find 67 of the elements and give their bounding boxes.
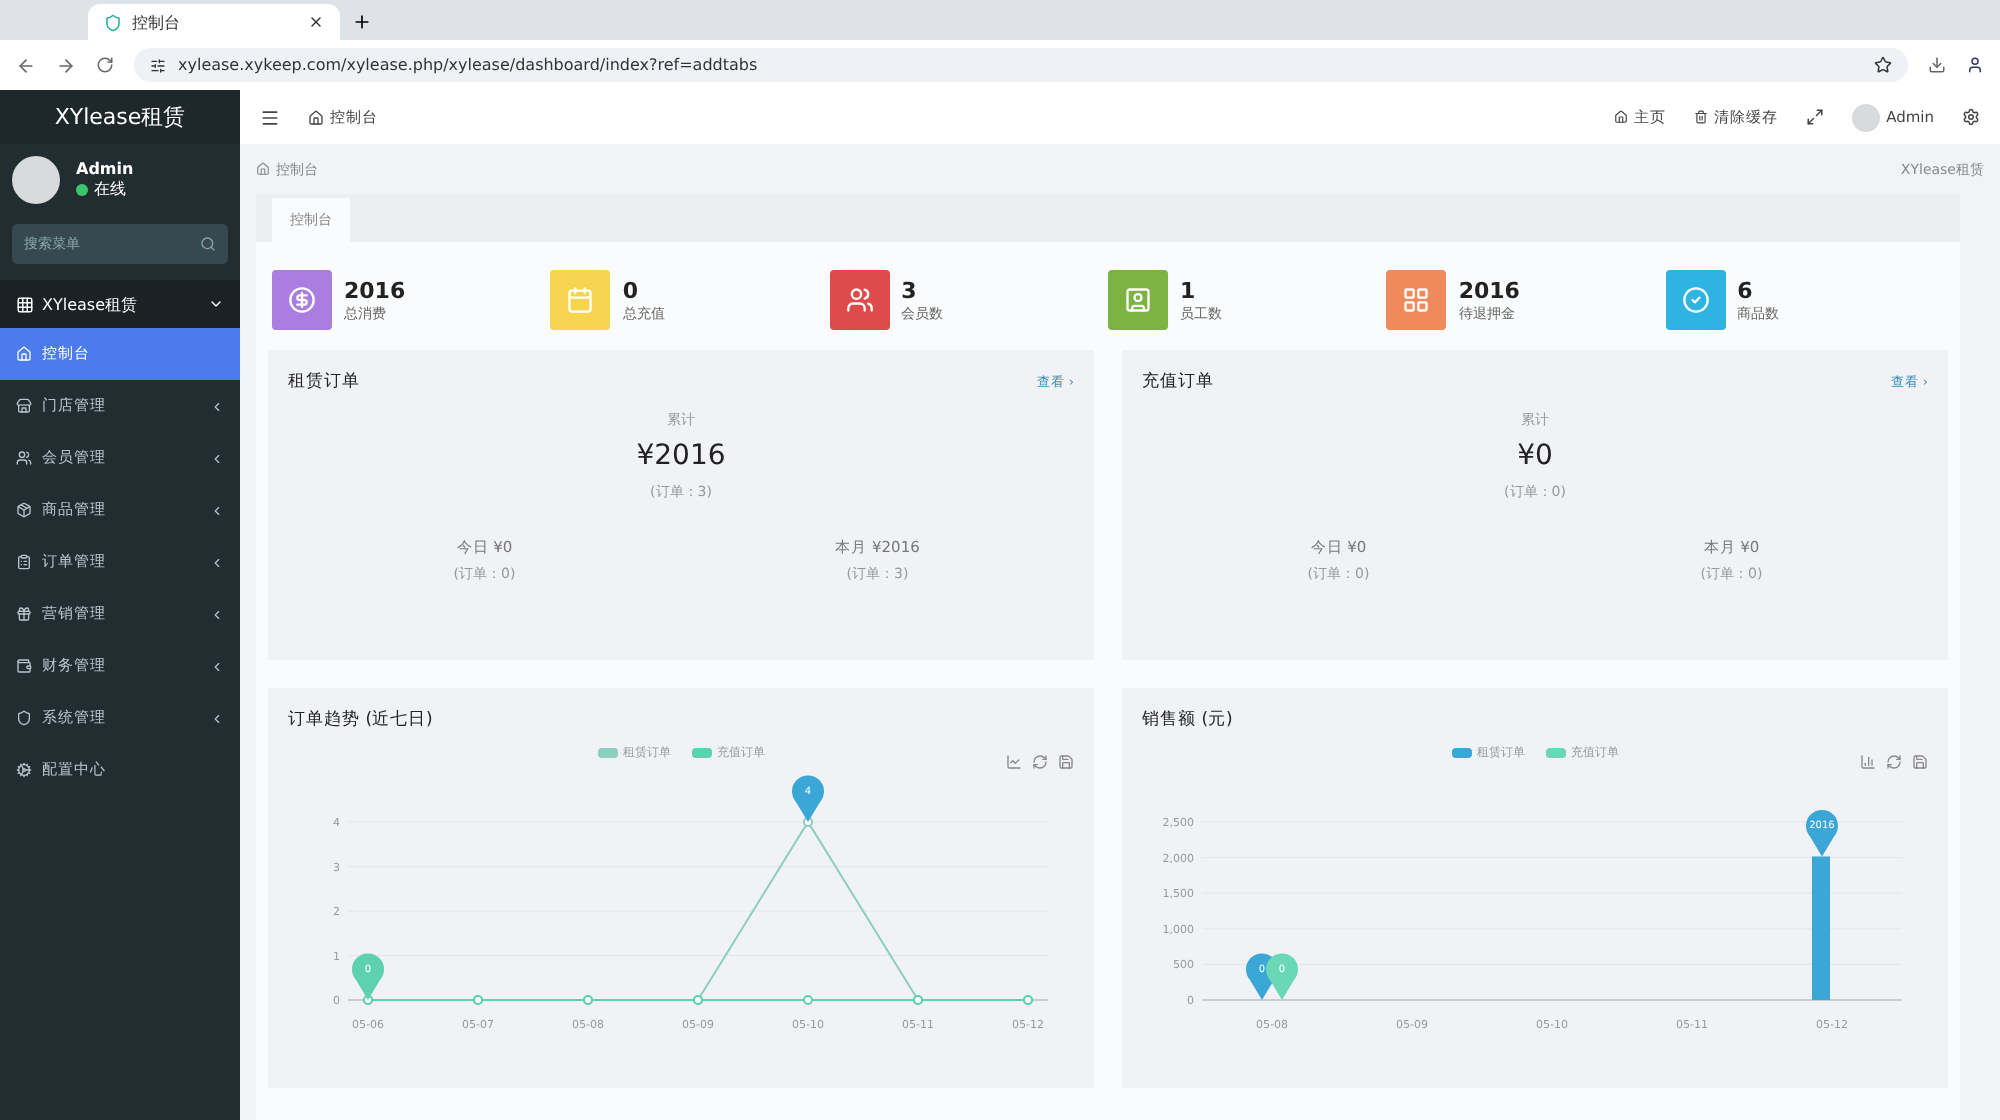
data-point bbox=[803, 995, 813, 1005]
search-icon[interactable] bbox=[200, 236, 216, 252]
save-icon[interactable] bbox=[1912, 754, 1928, 770]
legend-swatch bbox=[1451, 748, 1471, 758]
refresh-icon[interactable] bbox=[1032, 754, 1048, 770]
browser-tab[interactable]: 控制台 bbox=[88, 4, 340, 40]
status-dot bbox=[76, 183, 88, 195]
card-title: 订单趋势 (近七日) bbox=[288, 708, 435, 732]
save-icon[interactable] bbox=[1058, 754, 1074, 770]
stat-value: 0 bbox=[622, 277, 640, 303]
home-icon bbox=[256, 162, 270, 176]
stat-value: 3 bbox=[901, 277, 919, 303]
total-amount: ¥0 bbox=[1517, 440, 1553, 472]
stat-glyph-icon bbox=[566, 286, 595, 314]
card-title: 销售额 (元) bbox=[1142, 708, 1235, 732]
legend-swatch bbox=[597, 748, 617, 758]
menu-group[interactable]: XYlease租赁 bbox=[0, 280, 240, 328]
bar-chart-icon[interactable] bbox=[1860, 754, 1876, 770]
menu-item-icon bbox=[16, 346, 32, 362]
grid-icon bbox=[16, 295, 34, 313]
shield-icon bbox=[104, 13, 122, 31]
user-status: 在线 bbox=[76, 178, 134, 200]
card-title: 租赁订单 bbox=[288, 370, 360, 394]
forward-icon[interactable] bbox=[56, 55, 76, 75]
card-title: 充值订单 bbox=[1142, 370, 1214, 394]
menu-item-icon bbox=[16, 554, 32, 570]
bar bbox=[1812, 856, 1830, 1000]
settings-icon[interactable] bbox=[1962, 108, 1980, 126]
trash-icon bbox=[1694, 110, 1709, 124]
stat-value: 2016 bbox=[344, 277, 406, 303]
legend-swatch bbox=[691, 748, 711, 758]
menu-item-icon bbox=[16, 658, 32, 674]
menu-item-icon bbox=[16, 762, 32, 778]
stat-value: 1 bbox=[1179, 277, 1198, 303]
user-name: Admin bbox=[76, 160, 134, 178]
stat-glyph-icon bbox=[845, 286, 874, 314]
close-icon[interactable] bbox=[308, 14, 324, 30]
new-tab-icon[interactable] bbox=[352, 12, 372, 32]
home-icon bbox=[1614, 110, 1629, 124]
back-icon[interactable] bbox=[16, 55, 36, 75]
fullscreen-icon[interactable] bbox=[1806, 108, 1825, 126]
menu-icon[interactable] bbox=[260, 107, 280, 127]
legend-swatch bbox=[1545, 748, 1565, 758]
home-icon bbox=[308, 109, 324, 125]
address-bar[interactable]: xylease.xykeep.com/xylease.php/xylease/dashboard/index?ref=addtabs bbox=[134, 48, 1908, 82]
line-chart-icon[interactable] bbox=[1006, 754, 1022, 770]
profile-icon[interactable] bbox=[1966, 56, 1984, 74]
menu-item-icon bbox=[16, 606, 32, 622]
stat-glyph-icon bbox=[1123, 286, 1152, 314]
total-amount: ¥2016 bbox=[636, 440, 726, 472]
menu-item-icon bbox=[16, 398, 32, 414]
site-settings-icon[interactable] bbox=[150, 57, 166, 73]
stat-glyph-icon bbox=[288, 286, 316, 314]
reload-icon[interactable] bbox=[96, 56, 114, 74]
menu-item-icon bbox=[16, 450, 32, 466]
download-icon[interactable] bbox=[1928, 56, 1946, 74]
brand-title: XYlease租赁 bbox=[0, 90, 240, 144]
stat-value: 2016 bbox=[1458, 277, 1520, 303]
avatar bbox=[1852, 103, 1881, 131]
stat-glyph-icon bbox=[1681, 286, 1710, 314]
refresh-icon[interactable] bbox=[1886, 754, 1902, 770]
avatar bbox=[12, 156, 60, 204]
stat-value: 6 bbox=[1737, 277, 1755, 303]
star-icon[interactable] bbox=[1874, 56, 1892, 74]
menu-item-icon bbox=[16, 710, 32, 726]
stat-glyph-icon bbox=[1402, 286, 1431, 314]
menu-item-icon bbox=[16, 502, 32, 518]
